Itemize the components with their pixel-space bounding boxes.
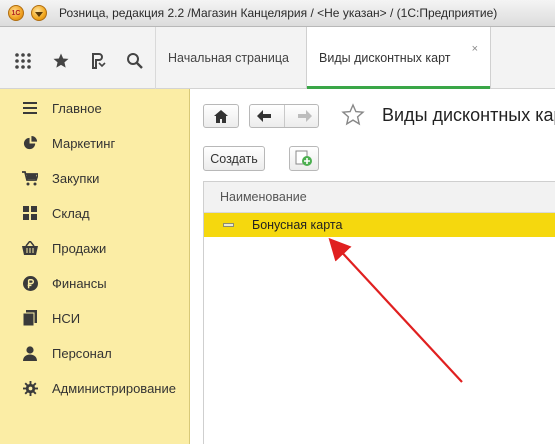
annotation-arrow [328,237,463,383]
app-window: 1С Розница, редакция 2.2 /Магазин Канцел… [0,0,555,444]
